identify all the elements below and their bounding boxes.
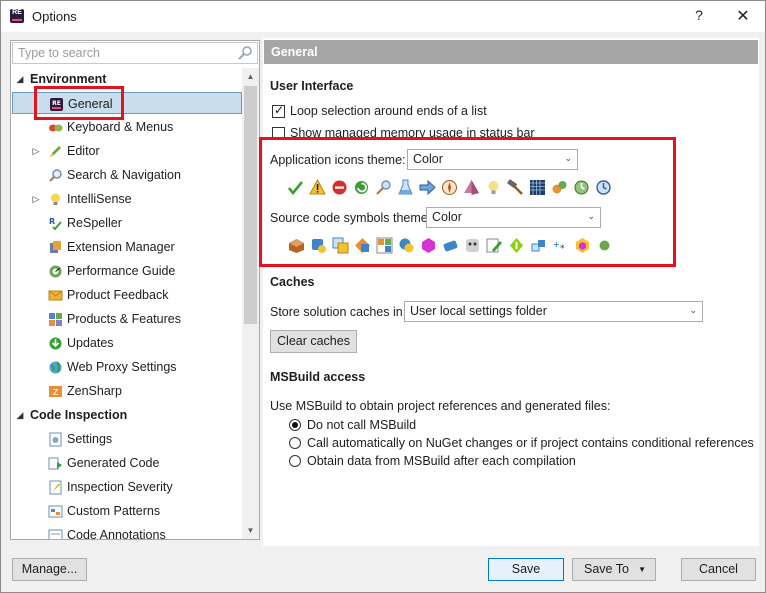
tree-item[interactable]: R ReSpeller (12, 212, 242, 234)
severity-icon (48, 480, 63, 495)
settings-icon (48, 432, 63, 447)
tree-item-label: Settings (67, 432, 113, 446)
store-caches-label: Store solution caches in: (270, 305, 407, 319)
tree-item-label: ReSpeller (67, 216, 122, 230)
tree-item[interactable]: ▷ IntelliSense (12, 188, 242, 210)
tree-item-label: Editor (67, 144, 100, 158)
patterns-icon (48, 504, 63, 519)
tree-group[interactable]: ◢ Code Inspection (12, 404, 242, 426)
tree-item[interactable]: Performance Guide (12, 260, 242, 282)
keyboard-icon (48, 120, 63, 135)
tree-item[interactable]: Settings (12, 428, 242, 450)
spellcheck-icon: R (48, 216, 63, 231)
tree-item-label: Products & Features (67, 312, 181, 326)
collapse-arrow-icon[interactable]: ◢ (15, 404, 25, 426)
tree-item[interactable]: Web Proxy Settings (12, 356, 242, 378)
msbuild-option-radio[interactable] (289, 437, 301, 449)
search-icon[interactable] (237, 46, 253, 60)
themes-highlight (259, 137, 676, 267)
tree-item-label: Updates (67, 336, 114, 350)
store-caches-value: User local settings folder (410, 304, 547, 318)
tree-item-label: Code Annotations (67, 528, 166, 539)
tree-item-label: Search & Navigation (67, 168, 181, 182)
msbuild-option-label[interactable]: Call automatically on NuGet changes or i… (307, 436, 754, 450)
tree-item[interactable]: Search & Navigation (12, 164, 242, 186)
page-title: General (264, 40, 758, 64)
tree-item-label: Web Proxy Settings (67, 360, 177, 374)
store-caches-dropdown[interactable]: User local settings folder ⌄ (404, 301, 703, 322)
options-window: RE Options ? ✕ ◢EnvironmentREGeneralKeyb… (0, 0, 766, 593)
tree-item[interactable]: ▷ Editor (12, 140, 242, 162)
lightbulb-icon (48, 192, 63, 207)
tree-item-label: ZenSharp (67, 384, 122, 398)
tree-item[interactable]: Product Feedback (12, 284, 242, 306)
tree-item-label: Code Inspection (30, 408, 128, 422)
cancel-button[interactable]: Cancel (681, 558, 756, 581)
annotations-icon (48, 528, 63, 539)
settings-page: General User Interface Loop selection ar… (263, 38, 759, 546)
tree-item[interactable]: Generated Code (12, 452, 242, 474)
pencil-icon (48, 144, 63, 159)
extension-icon (48, 240, 63, 255)
clear-caches-button[interactable]: Clear caches (270, 330, 357, 353)
resharper-app-icon: RE (10, 9, 24, 23)
window-title: Options (32, 9, 77, 24)
tree-item-label: Product Feedback (67, 288, 169, 302)
loop-selection-checkbox[interactable] (272, 103, 285, 118)
options-tree: ◢ Environment RE General Keyboard & Menus ▷ Ed… (12, 68, 242, 539)
expand-arrow-icon[interactable]: ▷ (31, 140, 41, 162)
tree-item[interactable]: Extension Manager (12, 236, 242, 258)
caches-heading: Caches (270, 275, 315, 289)
svg-text:R: R (49, 217, 55, 226)
save-to-button[interactable]: Save To ▼ (572, 558, 656, 581)
user-interface-heading: User Interface (270, 79, 354, 93)
expand-arrow-icon[interactable]: ▷ (31, 188, 41, 210)
msbuild-option-label[interactable]: Do not call MSBuild (307, 418, 416, 432)
svg-text:Z: Z (53, 388, 59, 397)
save-to-label: Save To (584, 562, 629, 576)
tree-item[interactable]: Custom Patterns (12, 500, 242, 522)
scroll-thumb[interactable] (244, 86, 257, 324)
zensharp-icon: Z (48, 384, 63, 399)
tree-item-label: Extension Manager (67, 240, 175, 254)
manage-button[interactable]: Manage... (12, 558, 87, 581)
tree-item[interactable]: Z ZenSharp (12, 380, 242, 402)
tree-item[interactable]: Code Annotations (12, 524, 242, 539)
updates-icon (48, 336, 63, 351)
search-input[interactable] (13, 43, 223, 63)
search-box[interactable] (12, 42, 258, 64)
tree-item[interactable]: Updates (12, 332, 242, 354)
scroll-up-arrow-icon[interactable]: ▲ (242, 68, 259, 85)
magnifier-icon (48, 168, 63, 183)
msbuild-option-radio[interactable] (289, 455, 301, 467)
tree-item[interactable]: Inspection Severity (12, 476, 242, 498)
tree-scrollbar[interactable]: ▲ ▼ (242, 68, 259, 539)
msbuild-option-radio[interactable] (289, 419, 301, 431)
tree-item-label: Generated Code (67, 456, 160, 470)
general-highlight (34, 86, 124, 120)
msbuild-heading: MSBuild access (270, 370, 366, 384)
envelope-icon (48, 288, 63, 303)
msbuild-option-label[interactable]: Obtain data from MSBuild after each comp… (307, 454, 576, 468)
performance-icon (48, 264, 63, 279)
tree-item-label: Performance Guide (67, 264, 176, 278)
dropdown-arrow-icon: ▼ (638, 565, 646, 574)
tree-item-label: Inspection Severity (67, 480, 173, 494)
tree-item[interactable]: Products & Features (12, 308, 242, 330)
help-button[interactable]: ? (689, 7, 709, 27)
title-bar: RE Options ? ✕ (1, 1, 765, 32)
msbuild-description: Use MSBuild to obtain project references… (270, 399, 611, 413)
products-icon (48, 312, 63, 327)
scroll-down-arrow-icon[interactable]: ▼ (242, 522, 259, 539)
dialog-footer: Manage... Save Save To ▼ Cancel (1, 550, 765, 592)
chevron-down-icon: ⌄ (689, 305, 697, 315)
generated-code-icon (48, 456, 63, 471)
tree-item-label: IntelliSense (67, 192, 132, 206)
globe-icon (48, 360, 63, 375)
tree-item-label: Custom Patterns (67, 504, 161, 518)
save-button[interactable]: Save (488, 558, 564, 581)
loop-selection-label[interactable]: Loop selection around ends of a list (290, 104, 487, 118)
collapse-arrow-icon[interactable]: ◢ (15, 68, 25, 90)
close-button[interactable]: ✕ (733, 6, 753, 26)
